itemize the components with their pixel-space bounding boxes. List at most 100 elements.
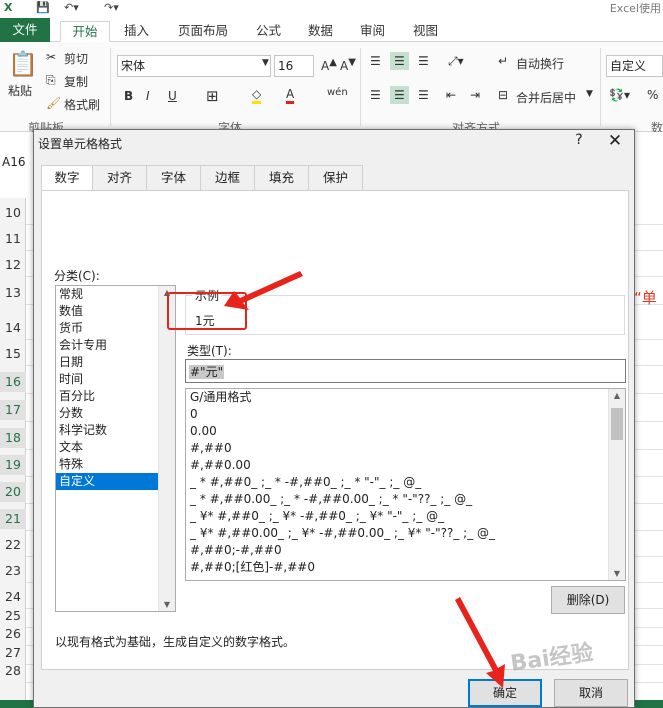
row-header[interactable]: 16 xyxy=(0,372,26,392)
format-scrollbar[interactable]: ▲ ▼ xyxy=(608,389,625,580)
format-item[interactable]: 0.00 xyxy=(186,423,625,440)
cut-icon[interactable]: ✂ xyxy=(46,50,56,64)
category-item[interactable]: 科学记数 xyxy=(56,422,159,439)
type-input[interactable]: #"元" xyxy=(185,359,626,383)
undo-icon[interactable]: ↶▾ xyxy=(64,1,79,14)
tab-home[interactable]: 开始 xyxy=(60,21,110,42)
ok-button[interactable]: 确定 xyxy=(468,679,542,707)
format-painter-icon[interactable]: 🖌 xyxy=(46,96,61,110)
align-bottom-icon[interactable]: ☰ xyxy=(418,54,429,68)
format-item[interactable]: #,##0;[红色]-#,##0 xyxy=(186,559,625,576)
row-header[interactable]: 28 xyxy=(0,661,26,681)
decrease-indent-icon[interactable]: ⇤ xyxy=(446,88,456,102)
row-header[interactable]: 19 xyxy=(0,455,26,475)
increase-indent-icon[interactable]: ⇥ xyxy=(470,88,480,102)
row-header[interactable]: 15 xyxy=(0,344,26,364)
format-item[interactable]: #,##0 xyxy=(186,440,625,457)
row-header[interactable]: 10 xyxy=(0,203,26,223)
row-header[interactable]: 23 xyxy=(0,561,26,581)
percent-icon[interactable]: % xyxy=(647,88,658,102)
tab-file[interactable]: 文件 xyxy=(0,18,50,42)
redo-icon[interactable]: ↷▾ xyxy=(104,1,119,14)
row-header[interactable]: 14 xyxy=(0,318,26,338)
scroll-down-icon[interactable]: ▼ xyxy=(609,569,625,578)
row-header[interactable]: 11 xyxy=(0,229,26,249)
tab-data[interactable]: 数据 xyxy=(308,21,333,42)
category-item[interactable]: 会计专用 xyxy=(56,337,159,354)
wrap-text-button[interactable]: 自动换行 xyxy=(516,55,564,72)
currency-icon[interactable]: 💱▾ xyxy=(609,88,630,102)
copy-icon[interactable]: ⎘ xyxy=(46,73,56,88)
close-icon[interactable]: ✕ xyxy=(605,131,625,151)
chevron-down-icon[interactable]: ▼ xyxy=(262,58,269,68)
category-item[interactable]: 分数 xyxy=(56,405,159,422)
align-left-icon[interactable]: ☰ xyxy=(370,88,381,102)
number-format-select[interactable]: 自定义 xyxy=(606,55,663,77)
italic-button[interactable]: I xyxy=(146,89,150,103)
scroll-thumb[interactable] xyxy=(611,408,623,440)
tab-view[interactable]: 视图 xyxy=(413,21,438,42)
font-size-select[interactable]: 16 xyxy=(274,55,314,77)
align-middle-icon[interactable]: ☰ xyxy=(390,52,409,70)
format-item[interactable]: 0 xyxy=(186,406,625,423)
category-item[interactable]: 特殊 xyxy=(56,456,159,473)
row-header[interactable]: 25 xyxy=(0,606,26,626)
align-top-icon[interactable]: ☰ xyxy=(370,54,381,68)
row-header[interactable]: 13 xyxy=(0,283,26,303)
row-header[interactable]: 12 xyxy=(0,255,26,275)
delete-button[interactable]: 删除(D) xyxy=(551,586,625,614)
format-item[interactable]: _ * #,##0.00_ ;_ * -#,##0.00_ ;_ * "-"??… xyxy=(186,491,625,508)
name-box[interactable]: A16 xyxy=(2,152,32,172)
merge-icon[interactable]: ⊟ xyxy=(498,88,508,102)
cancel-button[interactable]: 取消 xyxy=(554,679,628,707)
tab-protection[interactable]: 保护 xyxy=(308,165,363,191)
decrease-font-icon[interactable]: A▼ xyxy=(340,57,356,73)
format-item[interactable]: _ * #,##0_ ;_ * -#,##0_ ;_ * "-"_ ;_ @_ xyxy=(186,474,625,491)
category-item[interactable]: 常规 xyxy=(56,286,159,303)
format-item[interactable]: #,##0;-#,##0 xyxy=(186,542,625,559)
phonetic-icon[interactable]: wén xyxy=(327,87,348,98)
tab-fill[interactable]: 填充 xyxy=(254,165,309,191)
paste-button[interactable]: 粘贴 xyxy=(8,82,32,99)
scroll-down-icon[interactable]: ▼ xyxy=(159,600,175,609)
category-item[interactable]: 百分比 xyxy=(56,388,159,405)
help-button[interactable]: ? xyxy=(571,132,587,148)
category-item[interactable]: 货币 xyxy=(56,320,159,337)
underline-button[interactable]: U xyxy=(168,89,177,103)
format-item[interactable]: _ ¥* #,##0.00_ ;_ ¥* -#,##0.00_ ;_ ¥* "-… xyxy=(186,525,625,542)
align-right-icon[interactable]: ☰ xyxy=(418,88,429,102)
save-icon[interactable]: 💾 xyxy=(36,1,50,14)
category-item[interactable]: 数值 xyxy=(56,303,159,320)
format-painter-button[interactable]: 格式刷 xyxy=(64,96,100,113)
chevron-down-icon[interactable]: ▼ xyxy=(586,89,593,99)
tab-insert[interactable]: 插入 xyxy=(124,21,149,42)
scroll-up-icon[interactable]: ▲ xyxy=(609,391,625,400)
format-item[interactable]: G/通用格式 xyxy=(186,389,625,406)
borders-icon[interactable]: ⊞ xyxy=(206,87,219,105)
increase-font-icon[interactable]: A▲ xyxy=(321,57,337,73)
tab-number[interactable]: 数字 xyxy=(41,165,93,192)
row-header[interactable]: 18 xyxy=(0,428,26,448)
tab-review[interactable]: 审阅 xyxy=(360,21,385,42)
wrap-text-icon[interactable]: ↵ xyxy=(498,54,508,68)
row-header[interactable]: 26 xyxy=(0,624,26,644)
merge-center-button[interactable]: 合并后居中 xyxy=(516,89,576,106)
cut-button[interactable]: 剪切 xyxy=(64,50,88,67)
tab-formulas[interactable]: 公式 xyxy=(256,21,281,42)
row-header[interactable]: 17 xyxy=(0,400,26,420)
tab-font[interactable]: 字体 xyxy=(146,165,201,191)
format-item[interactable]: _ ¥* #,##0_ ;_ ¥* -#,##0_ ;_ ¥* "-"_ ;_ … xyxy=(186,508,625,525)
fill-color-icon[interactable]: ◇ xyxy=(252,87,262,104)
tab-border[interactable]: 边框 xyxy=(200,165,255,191)
orientation-icon[interactable]: ⤢▾ xyxy=(448,54,464,69)
align-center-icon[interactable]: ☰ xyxy=(390,86,409,104)
category-item[interactable]: 文本 xyxy=(56,439,159,456)
category-item[interactable]: 日期 xyxy=(56,354,159,371)
tab-alignment[interactable]: 对齐 xyxy=(92,165,147,191)
font-name-select[interactable]: 宋体 xyxy=(117,55,271,77)
bold-button[interactable]: B xyxy=(124,89,133,103)
row-header[interactable]: 21 xyxy=(0,509,26,529)
paste-icon[interactable]: 📋 xyxy=(8,50,38,78)
category-item[interactable]: 时间 xyxy=(56,371,159,388)
font-color-icon[interactable]: A xyxy=(286,87,295,104)
